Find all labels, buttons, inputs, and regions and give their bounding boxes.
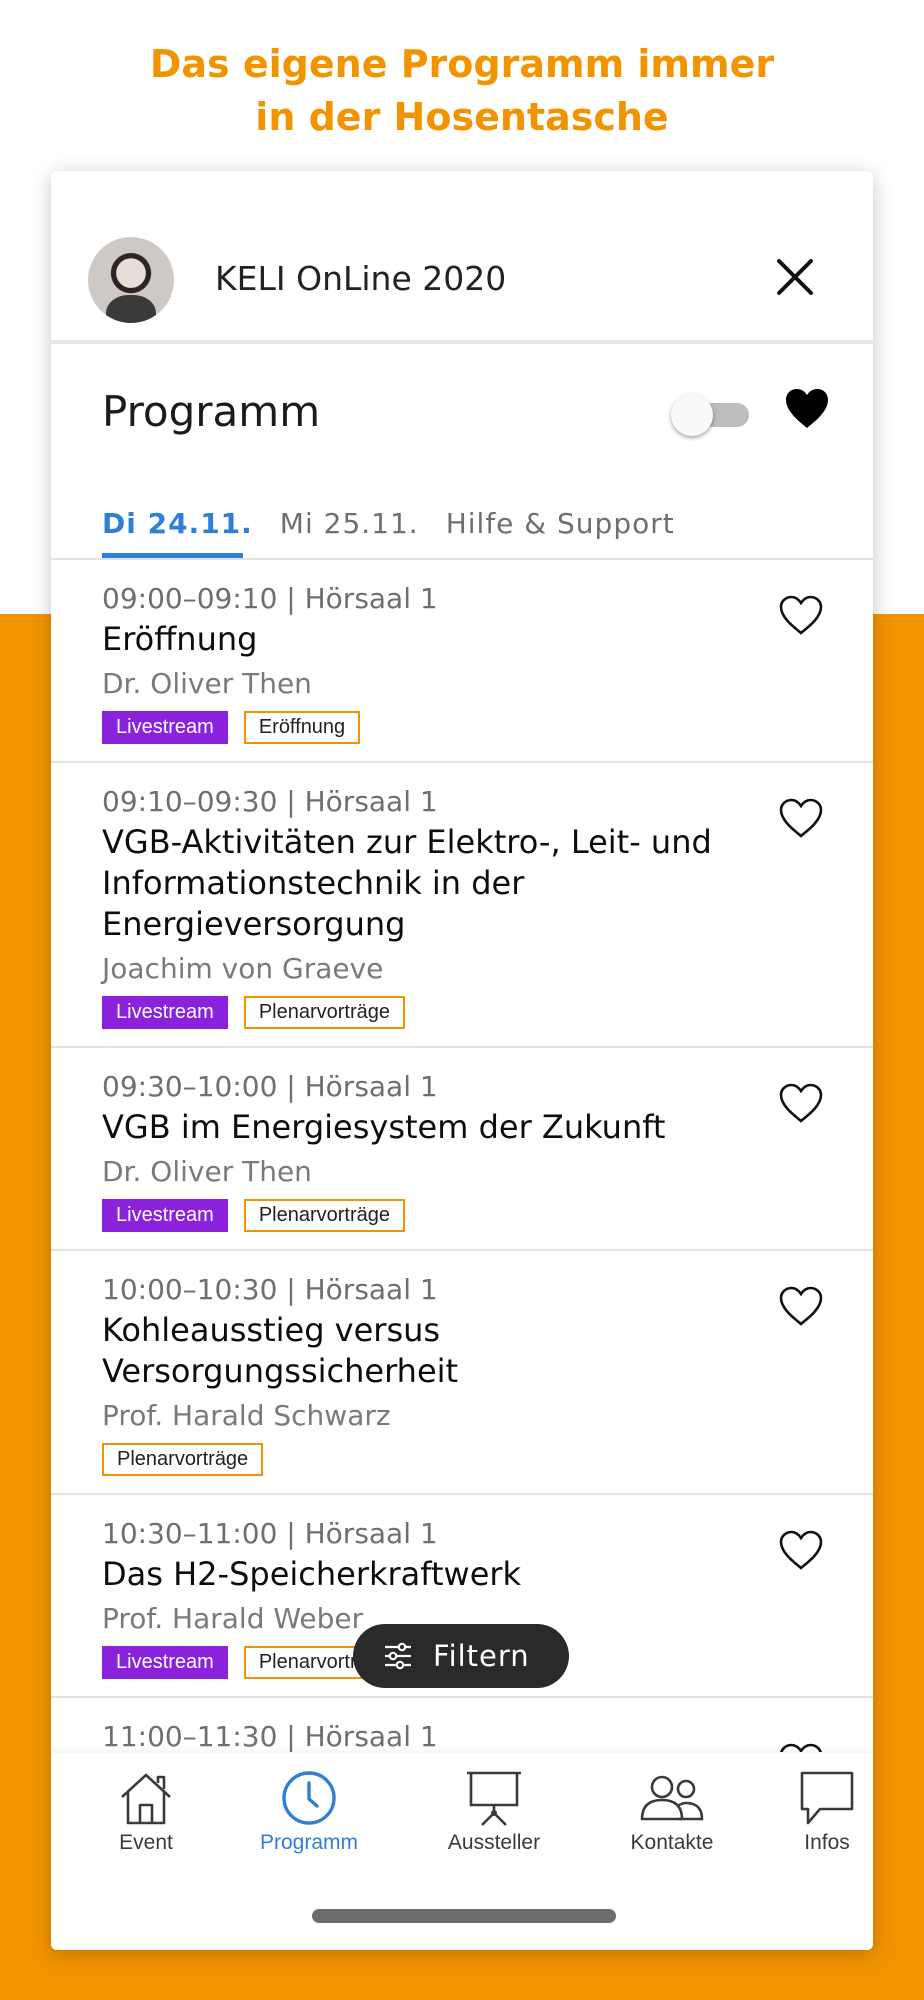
event-title: KELI OnLine 2020: [215, 259, 507, 298]
promo-headline-line1: Das eigene Programm immer: [149, 42, 775, 86]
category-tag: Plenarvorträge: [243, 1199, 405, 1232]
people-icon: [640, 1775, 704, 1821]
livestream-tag: Livestream: [102, 1199, 228, 1232]
home-indicator: [312, 1909, 616, 1923]
header-divider: [51, 340, 873, 344]
page-title: Programm: [102, 387, 321, 436]
tab-di-24-11[interactable]: Di 24.11.: [102, 489, 253, 551]
heart-outline-icon[interactable]: [778, 1285, 824, 1327]
promo-headline-line2: in der Hosentasche: [255, 95, 669, 139]
heart-outline-icon[interactable]: [778, 594, 824, 636]
heart-outline-icon[interactable]: [778, 797, 824, 839]
category-tag: Plenarvorträge: [102, 1443, 264, 1476]
day-tabs: Di 24.11. Mi 25.11. Hilfe & Support: [102, 489, 702, 551]
close-icon[interactable]: [773, 255, 817, 299]
sliders-icon: [385, 1642, 411, 1670]
session-title: Kohleausstieg versus Versorgungssicherhe…: [102, 1311, 459, 1390]
session-speaker: Joachim von Graeve: [102, 952, 384, 985]
session-tags: Livestream Plenarvorträge: [102, 1199, 873, 1232]
session-title: Das H2-Speicherkraftwerk: [102, 1555, 522, 1593]
heart-filled-icon[interactable]: [782, 384, 832, 434]
session-speaker: Dr. Oliver Then: [102, 1155, 312, 1188]
session-time: 09:00–09:10 | Hörsaal 1: [102, 582, 438, 615]
tab-hilfe-support[interactable]: Hilfe & Support: [446, 489, 675, 551]
session-time: 09:30–10:00 | Hörsaal 1: [102, 1070, 438, 1103]
presentation-board-icon: [467, 1771, 521, 1826]
list-item[interactable]: 10:00–10:30 | Hörsaal 1 Kohleausstieg ve…: [51, 1251, 873, 1495]
session-time: 10:30–11:00 | Hörsaal 1: [102, 1517, 438, 1550]
livestream-tag: Livestream: [102, 996, 228, 1029]
nav-label-event: Event: [119, 1831, 173, 1854]
filter-button-label: Filtern: [433, 1639, 530, 1673]
heart-outline-icon[interactable]: [778, 1082, 824, 1124]
nav-label-aussteller: Aussteller: [447, 1831, 541, 1854]
nav-label-kontakte: Kontakte: [630, 1831, 714, 1854]
nav-label-programm: Programm: [259, 1831, 359, 1854]
heart-outline-icon[interactable]: [778, 1529, 824, 1571]
app-header: KELI OnLine 2020: [51, 171, 873, 342]
session-title: Eröffnung: [102, 620, 258, 658]
list-item[interactable]: 09:00–09:10 | Hörsaal 1 Eröffnung Dr. Ol…: [51, 560, 873, 763]
list-item[interactable]: 09:10–09:30 | Hörsaal 1 VGB-Aktivitäten …: [51, 763, 873, 1048]
session-tags: Livestream Eröffnung: [102, 711, 873, 744]
livestream-tag: Livestream: [102, 1646, 228, 1679]
livestream-tag: Livestream: [102, 711, 228, 744]
toggle-knob: [671, 394, 713, 436]
session-speaker: Prof. Harald Schwarz: [102, 1399, 391, 1432]
session-time: 11:00–11:30 | Hörsaal 1: [102, 1720, 438, 1752]
promo-headline: Das eigene Programm immer in der Hosenta…: [0, 38, 924, 144]
chat-bubble-icon: [800, 1771, 854, 1825]
clock-icon: [282, 1771, 336, 1825]
favorites-toggle[interactable]: [671, 393, 753, 436]
list-item[interactable]: 09:30–10:00 | Hörsaal 1 VGB im Energiesy…: [51, 1048, 873, 1251]
session-tags: Plenarvorträge: [102, 1443, 873, 1476]
session-time: 09:10–09:30 | Hörsaal 1: [102, 785, 438, 818]
filter-button[interactable]: Filtern: [353, 1624, 569, 1688]
nav-label-infos: Infos: [804, 1831, 850, 1854]
session-speaker: Dr. Oliver Then: [102, 667, 312, 700]
avatar[interactable]: [88, 237, 174, 323]
app-screen: KELI OnLine 2020 Programm Di 24.11. Mi 2…: [51, 171, 873, 1950]
session-title: VGB-Aktivitäten zur Elektro-, Leit- und …: [102, 823, 712, 943]
category-tag: Eröffnung: [243, 711, 361, 744]
list-item[interactable]: 11:00–11:30 | Hörsaal 1: [51, 1698, 873, 1752]
house-icon: [121, 1773, 171, 1825]
heart-outline-icon[interactable]: [778, 1742, 824, 1752]
session-time: 10:00–10:30 | Hörsaal 1: [102, 1273, 438, 1306]
session-tags: Livestream Plenarvorträge: [102, 996, 873, 1029]
category-tag: Plenarvorträge: [243, 996, 405, 1029]
session-title: VGB im Energiesystem der Zukunft: [102, 1108, 666, 1146]
session-list: 09:00–09:10 | Hörsaal 1 Eröffnung Dr. Ol…: [51, 560, 873, 1752]
tab-mi-25-11[interactable]: Mi 25.11.: [280, 489, 419, 551]
